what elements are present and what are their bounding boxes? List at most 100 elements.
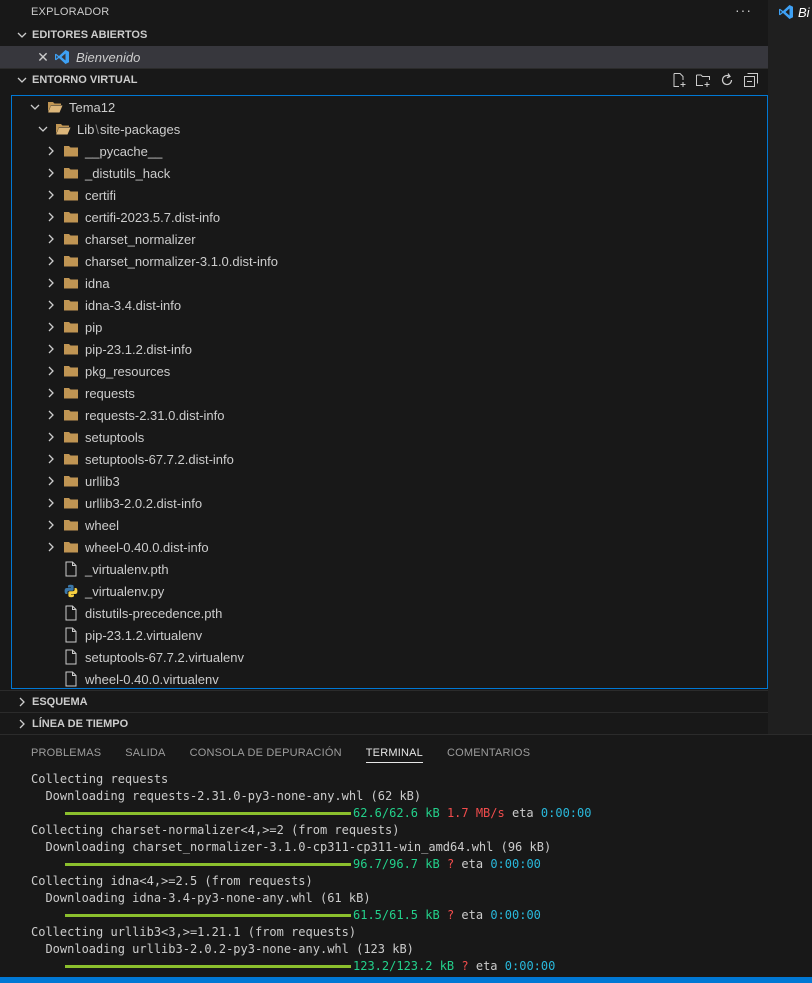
download-speed: ? xyxy=(461,959,469,973)
file-icon xyxy=(63,627,79,643)
new-file-icon[interactable] xyxy=(670,71,688,89)
tree-label: __pycache__ xyxy=(85,143,163,159)
progress-line: 61.5/61.5 kB ? eta 0:00:00 xyxy=(31,907,591,924)
tree-item-folder[interactable]: idna-3.4.dist-info xyxy=(12,294,767,316)
tree-item-folder[interactable]: pkg_resources xyxy=(12,360,767,382)
chevron-down-icon xyxy=(14,72,30,88)
tree-item-file[interactable]: _virtualenv.pth xyxy=(12,558,767,580)
file-icon xyxy=(63,561,79,577)
download-size: 61.5/61.5 kB xyxy=(353,908,440,922)
chevron-right-icon xyxy=(43,297,59,313)
timeline-header[interactable]: LÍNEA DE TIEMPO xyxy=(0,712,768,734)
folder-icon xyxy=(63,385,79,401)
eta-value: 0:00:00 xyxy=(490,908,541,922)
folder-icon xyxy=(63,275,79,291)
tree-item-folder[interactable]: certifi xyxy=(12,184,767,206)
tab-debug-console[interactable]: CONSOLA DE DEPURACIÓN xyxy=(190,747,342,759)
terminal-output[interactable]: Collecting requests Downloading requests… xyxy=(31,771,591,975)
tree-item-folder[interactable]: pip xyxy=(12,316,767,338)
folder-open-icon xyxy=(47,99,63,115)
new-folder-icon[interactable] xyxy=(694,71,712,89)
tree-item-file[interactable]: _virtualenv.py xyxy=(12,580,767,602)
tree-item-folder[interactable]: __pycache__ xyxy=(12,140,767,162)
eta-value: 0:00:00 xyxy=(540,806,592,820)
tab-comments[interactable]: COMENTARIOS xyxy=(447,747,530,759)
folder-icon xyxy=(63,539,79,555)
more-actions-icon[interactable]: ··· xyxy=(735,2,752,18)
chevron-right-icon xyxy=(43,209,59,225)
tree-label: pip xyxy=(85,319,103,335)
tree-label: certifi-2023.5.7.dist-info xyxy=(85,209,221,225)
folder-icon xyxy=(63,473,79,489)
chevron-right-icon xyxy=(43,319,59,335)
chevron-right-icon xyxy=(43,363,59,379)
tree-label: setuptools-67.7.2.dist-info xyxy=(85,451,234,467)
tree-item-folder[interactable]: requests-2.31.0.dist-info xyxy=(12,404,767,426)
editor-tab[interactable]: Bi xyxy=(778,4,812,20)
tree-item-folder[interactable]: setuptools xyxy=(12,426,767,448)
tree-item-folder[interactable]: idna xyxy=(12,272,767,294)
tree-item-file[interactable]: wheel-0.40.0.virtualenv xyxy=(12,668,767,690)
tree-label: setuptools-67.7.2.virtualenv xyxy=(85,649,244,665)
tab-problems[interactable]: PROBLEMAS xyxy=(31,747,101,759)
tree-label: charset_normalizer xyxy=(85,231,196,247)
tree-item-folder[interactable]: charset_normalizer-3.1.0.dist-info xyxy=(12,250,767,272)
open-editors-label: EDITORES ABIERTOS xyxy=(32,29,148,41)
tree-item-file[interactable]: distutils-precedence.pth xyxy=(12,602,767,624)
vscode-icon xyxy=(54,49,70,65)
chevron-right-icon xyxy=(43,165,59,181)
virtual-env-header[interactable]: ENTORNO VIRTUAL xyxy=(0,68,768,90)
chevron-down-icon xyxy=(35,121,51,137)
open-editor-item[interactable]: ✕ Bienvenido xyxy=(0,46,768,68)
timeline-label: LÍNEA DE TIEMPO xyxy=(32,717,129,730)
tree-item-folder[interactable]: urllib3 xyxy=(12,470,767,492)
file-icon xyxy=(63,649,79,665)
chevron-right-icon xyxy=(43,429,59,445)
tree-label: Tema12 xyxy=(69,99,116,115)
chevron-right-icon xyxy=(43,231,59,247)
folder-icon xyxy=(63,297,79,313)
tree-item-lib[interactable]: Lib \ site-packages xyxy=(12,118,767,140)
outline-label: ESQUEMA xyxy=(32,695,88,708)
close-icon[interactable]: ✕ xyxy=(36,49,50,66)
download-size: 123.2/123.2 kB xyxy=(353,959,455,973)
tree-item-folder[interactable]: requests xyxy=(12,382,767,404)
tree-item-folder[interactable]: _distutils_hack xyxy=(12,162,767,184)
collapse-all-icon[interactable] xyxy=(742,71,760,89)
tree-item-folder[interactable]: wheel-0.40.0.dist-info xyxy=(12,536,767,558)
tree-item-folder[interactable]: pip-23.1.2.dist-info xyxy=(12,338,767,360)
tree-item-file[interactable]: setuptools-67.7.2.virtualenv xyxy=(12,646,767,668)
status-bar xyxy=(0,977,812,983)
tree-item-folder[interactable]: charset_normalizer xyxy=(12,228,767,250)
chevron-down-icon xyxy=(27,99,43,115)
chevron-right-icon xyxy=(43,275,59,291)
folder-icon xyxy=(63,165,79,181)
tree-label: urllib3-2.0.2.dist-info xyxy=(85,495,203,511)
download-size: 96.7/96.7 kB xyxy=(353,857,440,871)
chevron-right-icon xyxy=(43,539,59,555)
tree-label: _distutils_hack xyxy=(85,165,171,181)
chevron-right-icon xyxy=(43,407,59,423)
outline-header[interactable]: ESQUEMA xyxy=(0,690,768,712)
terminal-line: Collecting urllib3<3,>=1.21.1 (from requ… xyxy=(31,925,357,939)
chevron-right-icon xyxy=(14,694,30,710)
tree-item-folder[interactable]: setuptools-67.7.2.dist-info xyxy=(12,448,767,470)
tree-item-folder[interactable]: wheel xyxy=(12,514,767,536)
refresh-icon[interactable] xyxy=(718,71,736,89)
tree-item-folder[interactable]: certifi-2023.5.7.dist-info xyxy=(12,206,767,228)
virtual-env-label: ENTORNO VIRTUAL xyxy=(32,73,138,86)
terminal-line: Downloading urllib3-2.0.2-py3-none-any.w… xyxy=(31,942,414,956)
tab-terminal[interactable]: TERMINAL xyxy=(365,747,423,763)
tab-output[interactable]: SALIDA xyxy=(125,747,165,759)
tree-item-folder[interactable]: urllib3-2.0.2.dist-info xyxy=(12,492,767,514)
file-tree: Tema12 Lib \ site-packages __pycache__ _d… xyxy=(11,95,768,689)
chevron-down-icon xyxy=(14,27,30,43)
tree-item-file[interactable]: pip-23.1.2.virtualenv xyxy=(12,624,767,646)
open-editors-header[interactable]: EDITORES ABIERTOS xyxy=(0,24,768,46)
download-speed: 1.7 MB/s xyxy=(446,806,505,820)
tree-label-site-packages: site-packages xyxy=(99,121,181,137)
folder-icon xyxy=(63,143,79,159)
tree-item-root[interactable]: Tema12 xyxy=(12,96,767,118)
vscode-icon xyxy=(779,5,793,19)
open-editor-label: Bienvenido xyxy=(76,49,141,65)
